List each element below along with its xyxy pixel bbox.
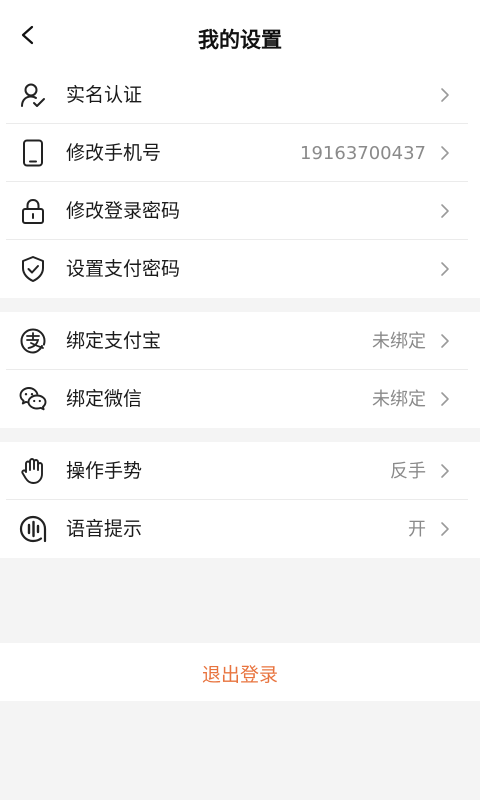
row-change-phone[interactable]: 修改手机号 19163700437 bbox=[0, 124, 480, 182]
chevron-right-icon bbox=[441, 464, 449, 478]
chevron-right-icon bbox=[441, 146, 449, 160]
wechat-status: 未绑定 bbox=[372, 389, 426, 410]
row-set-payment-password[interactable]: 设置支付密码 bbox=[0, 240, 480, 298]
chevron-right-icon bbox=[441, 522, 449, 536]
page-title: 我的设置 bbox=[198, 28, 282, 52]
row-change-login-password[interactable]: 修改登录密码 bbox=[0, 182, 480, 240]
voice-value: 开 bbox=[408, 519, 426, 540]
row-bind-wechat[interactable]: 绑定微信 未绑定 bbox=[0, 370, 480, 428]
chevron-right-icon bbox=[441, 334, 449, 348]
row-label: 语音提示 bbox=[66, 518, 143, 540]
phone-icon bbox=[23, 139, 43, 167]
phone-number-value: 19163700437 bbox=[300, 143, 426, 164]
account-security-group: 实名认证 修改手机号 19163700437 修改登录密码 设置支付密码 bbox=[0, 66, 480, 298]
alipay-status: 未绑定 bbox=[372, 331, 426, 352]
voice-icon bbox=[19, 515, 47, 543]
logout-button[interactable]: 退出登录 bbox=[0, 643, 480, 701]
row-label: 设置支付密码 bbox=[66, 258, 181, 280]
row-bind-alipay[interactable]: 绑定支付宝 未绑定 bbox=[0, 312, 480, 370]
chevron-right-icon bbox=[441, 392, 449, 406]
row-operation-gesture[interactable]: 操作手势 反手 bbox=[0, 442, 480, 500]
wechat-icon bbox=[19, 387, 47, 411]
row-label: 绑定微信 bbox=[66, 388, 143, 410]
gesture-value: 反手 bbox=[390, 461, 426, 482]
hand-icon bbox=[21, 458, 43, 484]
row-label: 实名认证 bbox=[66, 84, 143, 106]
alipay-icon bbox=[20, 328, 46, 354]
shield-check-icon bbox=[22, 256, 44, 282]
logout-label: 退出登录 bbox=[201, 664, 278, 686]
row-label: 修改登录密码 bbox=[66, 200, 181, 222]
chevron-right-icon bbox=[441, 262, 449, 276]
top-bar: 我的设置 bbox=[0, 0, 480, 66]
row-label: 绑定支付宝 bbox=[66, 330, 162, 352]
row-label: 操作手势 bbox=[66, 460, 143, 482]
chevron-right-icon bbox=[441, 204, 449, 218]
row-label: 修改手机号 bbox=[66, 142, 162, 164]
row-voice-prompt[interactable]: 语音提示 开 bbox=[0, 500, 480, 558]
lock-icon bbox=[22, 198, 44, 224]
row-real-name-verify[interactable]: 实名认证 bbox=[0, 66, 480, 124]
chevron-right-icon bbox=[441, 88, 449, 102]
preferences-group: 操作手势 反手 语音提示 开 bbox=[0, 442, 480, 558]
user-verify-icon bbox=[21, 83, 45, 107]
bind-accounts-group: 绑定支付宝 未绑定 绑定微信 未绑定 bbox=[0, 312, 480, 428]
